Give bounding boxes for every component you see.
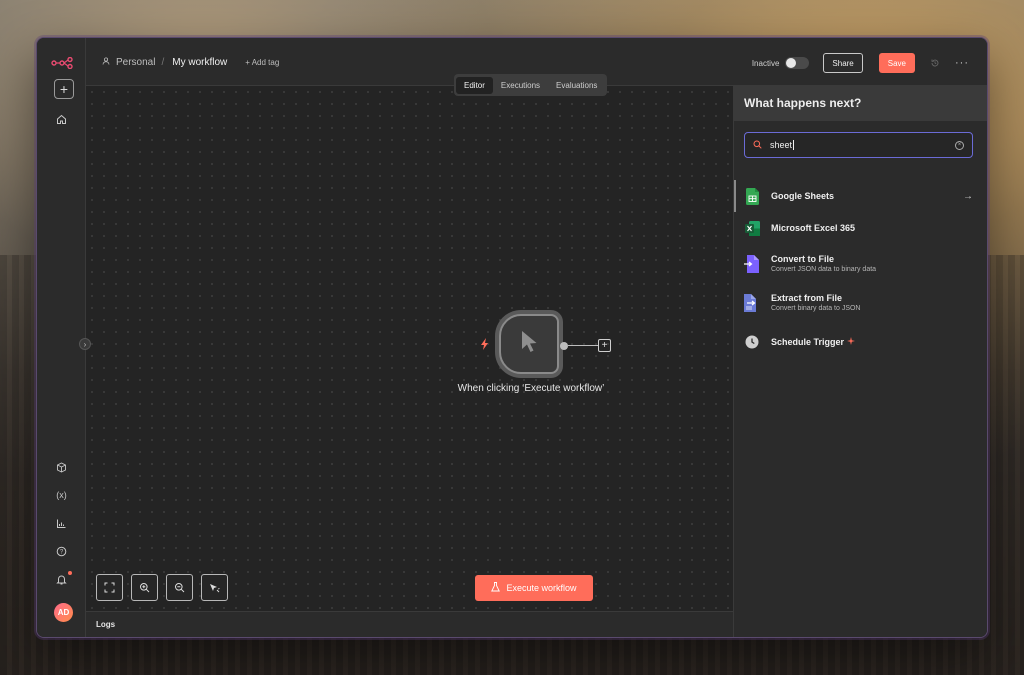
avatar[interactable]: AD bbox=[54, 603, 73, 622]
share-button[interactable]: Share bbox=[823, 53, 863, 73]
list-item-convert-to-file[interactable]: Convert to File Convert JSON data to bin… bbox=[734, 244, 987, 283]
app-window: + (x) ? AD › Personal / My workflow + Ad… bbox=[36, 37, 988, 638]
logs-label: Logs bbox=[96, 620, 116, 629]
svg-text:?: ? bbox=[60, 549, 64, 555]
active-status-label: Inactive bbox=[751, 58, 780, 68]
zoom-in-icon[interactable] bbox=[131, 574, 158, 601]
tab-executions[interactable]: Executions bbox=[493, 77, 548, 94]
logs-panel[interactable]: Logs bbox=[86, 611, 733, 637]
add-node-plus-button[interactable]: + bbox=[598, 339, 611, 352]
node-label: When clicking ‘Execute workflow’ bbox=[457, 383, 605, 394]
list-item-excel[interactable]: Microsoft Excel 365 bbox=[734, 212, 987, 244]
zoom-out-icon[interactable] bbox=[166, 574, 193, 601]
tab-evaluations[interactable]: Evaluations bbox=[548, 77, 605, 94]
user-icon bbox=[102, 57, 110, 68]
node-search-input[interactable]: sheet × bbox=[744, 132, 973, 158]
more-options-icon[interactable]: ··· bbox=[955, 57, 969, 69]
canvas-controls bbox=[96, 574, 228, 601]
history-icon[interactable] bbox=[929, 57, 941, 69]
clock-icon bbox=[744, 333, 760, 351]
header-actions: Inactive Share Save ··· bbox=[752, 53, 969, 73]
active-toggle[interactable] bbox=[785, 57, 810, 69]
search-icon bbox=[753, 140, 762, 151]
save-button[interactable]: Save bbox=[878, 53, 915, 73]
panel-title: What happens next? bbox=[734, 86, 987, 121]
trigger-spark-icon bbox=[847, 337, 856, 347]
node-output-line bbox=[568, 345, 598, 346]
variables-icon[interactable]: (x) bbox=[37, 484, 86, 506]
extract-file-icon bbox=[744, 293, 760, 312]
n8n-logo-icon[interactable] bbox=[37, 52, 86, 74]
home-icon[interactable] bbox=[37, 108, 86, 130]
excel-icon bbox=[744, 219, 760, 237]
convert-file-icon bbox=[744, 254, 760, 273]
result-text: Convert to File Convert JSON data to bin… bbox=[771, 254, 876, 273]
tidy-up-icon[interactable] bbox=[201, 574, 228, 601]
breadcrumb: Personal / My workflow + Add tag bbox=[102, 57, 279, 68]
result-subtitle: Convert JSON data to binary data bbox=[771, 266, 877, 273]
execute-workflow-label: Execute workflow bbox=[506, 583, 577, 593]
search-results: Google Sheets → Microsoft Excel 365 Conv… bbox=[734, 180, 987, 362]
manual-trigger-node[interactable] bbox=[499, 314, 559, 374]
google-sheets-icon bbox=[744, 187, 760, 205]
view-tabs: Editor Executions Evaluations bbox=[454, 74, 608, 96]
add-tag-button[interactable]: + Add tag bbox=[245, 58, 279, 67]
result-title: Microsoft Excel 365 bbox=[771, 223, 856, 233]
fit-view-icon[interactable] bbox=[96, 574, 123, 601]
clear-search-icon[interactable]: × bbox=[955, 140, 964, 150]
workflow-canvas[interactable]: + When clicking ‘Execute workflow’ Execu… bbox=[86, 86, 733, 611]
notifications-icon[interactable] bbox=[37, 568, 86, 590]
search-value: sheet bbox=[770, 139, 795, 151]
breadcrumb-separator: / bbox=[161, 57, 165, 68]
list-item-extract-from-file[interactable]: Extract from File Convert binary data to… bbox=[734, 283, 987, 322]
flask-icon bbox=[491, 582, 501, 594]
result-text: Extract from File Convert binary data to… bbox=[771, 293, 861, 312]
add-icon[interactable]: + bbox=[54, 79, 74, 99]
node-creator-panel: What happens next? sheet × Google Sheets… bbox=[733, 86, 987, 637]
result-title: Extract from File bbox=[771, 293, 843, 303]
list-item-schedule-trigger[interactable]: Schedule Trigger bbox=[734, 322, 987, 362]
trigger-bolt-icon bbox=[480, 338, 490, 353]
collapse-sidebar-handle[interactable]: › bbox=[79, 338, 91, 350]
left-sidebar: + (x) ? AD bbox=[37, 38, 86, 637]
notification-dot bbox=[68, 571, 72, 575]
list-item-google-sheets[interactable]: Google Sheets → bbox=[734, 180, 987, 212]
result-title: Convert to File bbox=[771, 254, 835, 264]
breadcrumb-project[interactable]: Personal bbox=[116, 57, 155, 68]
result-title: Schedule Trigger bbox=[771, 337, 845, 347]
node-output-handle[interactable] bbox=[560, 342, 568, 350]
tab-editor[interactable]: Editor bbox=[456, 76, 493, 94]
help-icon[interactable]: ? bbox=[37, 540, 86, 562]
execute-workflow-button[interactable]: Execute workflow bbox=[475, 575, 593, 601]
cursor-icon bbox=[519, 329, 539, 360]
templates-icon[interactable] bbox=[37, 456, 86, 478]
arrow-right-icon: → bbox=[963, 190, 973, 202]
result-title: Google Sheets bbox=[771, 191, 835, 201]
workflow-name[interactable]: My workflow bbox=[172, 57, 227, 68]
result-subtitle: Convert binary data to JSON bbox=[771, 305, 861, 312]
insights-icon[interactable] bbox=[37, 512, 86, 534]
